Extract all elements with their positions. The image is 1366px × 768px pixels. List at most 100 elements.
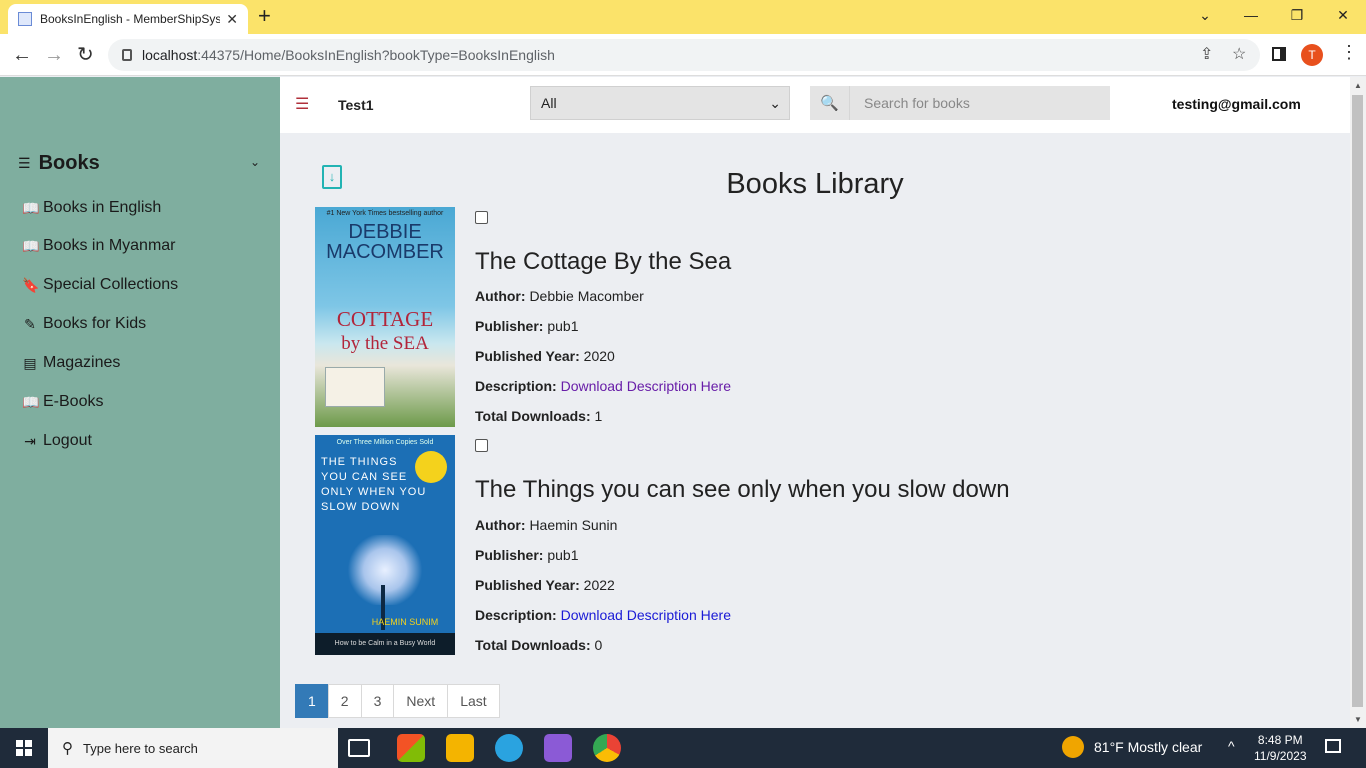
next-page-button[interactable]: Next — [393, 684, 449, 718]
book-open-icon: 📖 — [22, 237, 40, 254]
cover-tag: Over Three Million Copies Sold — [336, 439, 434, 446]
search-input[interactable] — [850, 86, 1110, 120]
last-page-button[interactable]: Last — [447, 684, 500, 718]
sidebar-heading-label: Books — [38, 152, 100, 174]
sidebar-item-logout[interactable]: ⇥ Logout — [22, 432, 92, 450]
book-cover-image[interactable]: Over Three Million Copies Sold THE THING… — [315, 435, 455, 655]
book-total-downloads: Total Downloads: 1 — [475, 408, 603, 424]
scroll-down-icon[interactable]: ▼ — [1354, 715, 1362, 724]
book-cover-image[interactable]: #1 New York Times bestselling author DEB… — [315, 207, 455, 427]
clock-date: 11/9/2023 — [1254, 749, 1307, 763]
share-icon[interactable]: ⇪ — [1200, 44, 1213, 64]
sidebar-item-magazines[interactable]: ▤ Magazines — [22, 354, 120, 372]
chrome-icon[interactable] — [593, 734, 621, 762]
visual-studio-icon[interactable] — [544, 734, 572, 762]
weather-text: 81°F Mostly clear — [1094, 739, 1203, 755]
sidebar-books-heading[interactable]: ☰ Books — [18, 152, 100, 175]
scrollbar-thumb[interactable] — [1352, 95, 1363, 707]
reload-icon[interactable]: ↻ — [77, 42, 94, 68]
search-icon[interactable]: 🔍 — [810, 86, 850, 120]
weather-icon — [1062, 736, 1084, 758]
page-title: Books Library — [726, 168, 904, 200]
new-tab-icon[interactable]: + — [258, 4, 271, 28]
hamburger-menu-icon[interactable]: ☰ — [295, 94, 309, 114]
browser-toolbar: ← → ↻ localhost:44375/Home/BooksInEnglis… — [0, 34, 1366, 76]
brand-name: Test1 — [338, 97, 374, 113]
bookmark-star-icon[interactable]: ☆ — [1232, 44, 1246, 64]
bookmark-icon: 🔖 — [22, 276, 40, 293]
sidebar-item-special-collections[interactable]: 🔖 Special Collections — [22, 276, 178, 294]
book-open-icon: 📖 — [22, 199, 40, 216]
taskbar-clock[interactable]: 8:48 PM 11/9/2023 — [1254, 732, 1307, 764]
page-scrollbar[interactable]: ▲ ▼ — [1350, 77, 1366, 728]
sidebar-item-label: E-Books — [43, 393, 104, 410]
browser-menu-icon[interactable]: ⋮ — [1340, 42, 1358, 63]
side-panel-icon[interactable] — [1272, 47, 1286, 61]
forward-icon[interactable]: → — [44, 42, 64, 68]
close-tab-icon[interactable]: ✕ — [226, 11, 238, 28]
book-type-select[interactable]: All ⌄ — [530, 86, 790, 120]
address-bar[interactable]: localhost:44375/Home/BooksInEnglish?book… — [108, 39, 1260, 71]
weather-widget[interactable]: 81°F Mostly clear — [1062, 736, 1202, 758]
cover-title: THE THINGS YOU CAN SEE ONLY WHEN YOU SLO… — [321, 456, 427, 513]
back-icon[interactable]: ← — [12, 42, 32, 68]
book-author: Author: Haemin Sunin — [475, 517, 618, 533]
download-description-link[interactable]: Download Description Here — [561, 607, 731, 623]
book-publisher: Publisher: pub1 — [475, 547, 579, 563]
telegram-icon[interactable] — [495, 734, 523, 762]
sidebar-item-label: Books in Myanmar — [43, 237, 176, 254]
restore-icon[interactable]: ❐ — [1274, 0, 1320, 30]
microsoft-store-icon[interactable] — [397, 734, 425, 762]
search-icon: ⚲ — [62, 740, 73, 757]
sidebar-item-label: Logout — [43, 432, 92, 449]
sidebar-item-e-books[interactable]: 📖 E-Books — [22, 393, 103, 411]
profile-avatar[interactable]: T — [1301, 44, 1323, 66]
close-window-icon[interactable]: ✕ — [1320, 0, 1366, 30]
book-published-year: Published Year: 2020 — [475, 348, 615, 364]
cover-author: HAEMIN SUNIM — [371, 617, 439, 627]
chevron-down-icon[interactable]: ⌄ — [250, 155, 260, 169]
page-3-button[interactable]: 3 — [360, 684, 395, 718]
list-icon: ☰ — [18, 155, 31, 171]
select-book-checkbox[interactable] — [475, 211, 488, 224]
browser-tab[interactable]: BooksInEnglish - MemberShipSyste ✕ — [8, 4, 248, 34]
cover-subtitle: How to be Calm in a Busy World — [315, 633, 455, 655]
taskbar-search-placeholder: Type here to search — [83, 740, 198, 756]
book-title: The Cottage By the Sea — [475, 248, 732, 275]
page-1-button[interactable]: 1 — [295, 684, 329, 718]
sidebar-item-label: Magazines — [43, 354, 121, 371]
page-favicon-icon — [18, 12, 32, 26]
url-path: :44375/Home/BooksInEnglish?bookType=Book… — [197, 47, 555, 63]
book-total-downloads: Total Downloads: 0 — [475, 637, 603, 653]
select-book-checkbox[interactable] — [475, 439, 488, 452]
tab-search-icon[interactable]: ⌄ — [1182, 0, 1228, 30]
pagination: 1 2 3 Next Last — [295, 684, 500, 718]
taskbar-search[interactable]: ⚲ Type here to search — [48, 728, 338, 768]
download-description-link[interactable]: Download Description Here — [561, 378, 731, 394]
minimize-icon[interactable]: — — [1228, 0, 1274, 30]
file-explorer-icon[interactable] — [446, 734, 474, 762]
notifications-icon[interactable] — [1325, 739, 1341, 753]
task-view-icon[interactable] — [348, 739, 370, 757]
cover-author-last: MACOMBER — [326, 241, 444, 263]
chevron-down-icon: ⌄ — [769, 94, 781, 111]
download-file-icon[interactable]: ↓ — [322, 165, 342, 189]
select-value: All — [541, 95, 557, 111]
sidebar: ☰ Books ⌄ 📖 Books in English 📖 Books in … — [0, 77, 280, 728]
sidebar-item-books-for-kids[interactable]: ✎ Books for Kids — [22, 315, 146, 333]
page-2-button[interactable]: 2 — [327, 684, 362, 718]
book-description: Description: Download Description Here — [475, 607, 731, 623]
clock-time: 8:48 PM — [1257, 733, 1303, 747]
book-open-icon: 📖 — [22, 393, 40, 410]
user-email[interactable]: testing@gmail.com — [1172, 96, 1301, 112]
sidebar-item-books-in-english[interactable]: 📖 Books in English — [22, 199, 161, 217]
cover-title-line2: by the SEA — [341, 333, 429, 354]
cover-cottage-illustration — [325, 367, 385, 407]
cover-tree-illustration — [345, 535, 425, 605]
show-hidden-icons-icon[interactable]: ^ — [1228, 738, 1235, 754]
windows-start-icon[interactable] — [16, 740, 32, 756]
browser-tab-bar: BooksInEnglish - MemberShipSyste ✕ + ⌄ —… — [0, 0, 1366, 34]
sidebar-item-label: Special Collections — [43, 276, 179, 293]
scroll-up-icon[interactable]: ▲ — [1354, 81, 1362, 90]
sidebar-item-books-in-myanmar[interactable]: 📖 Books in Myanmar — [22, 237, 176, 255]
